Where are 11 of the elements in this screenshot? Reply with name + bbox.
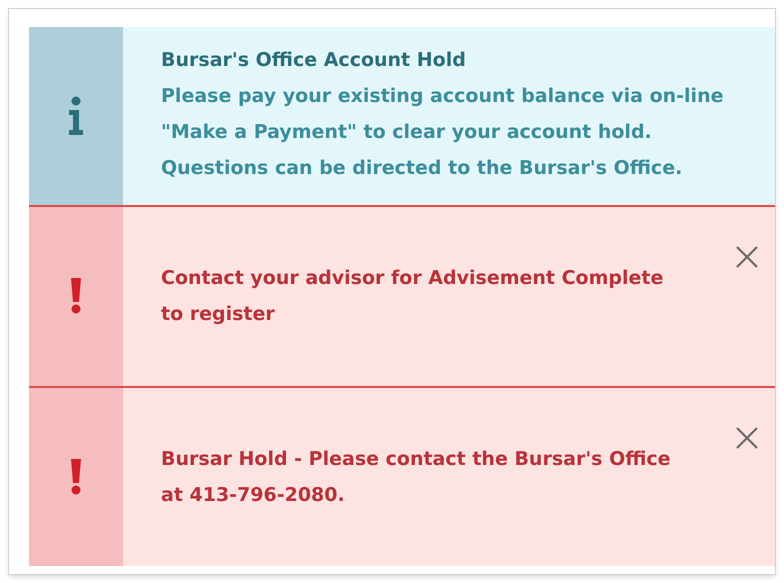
close-icon	[735, 245, 759, 270]
exclamation-icon	[70, 278, 82, 314]
exclamation-icon	[70, 458, 82, 495]
close-button[interactable]	[735, 426, 759, 450]
alert-message: Please pay your existing account balance via on-line "Make a Payment" to clear your account hold. Questions can be directed to the Bursar's Office.	[161, 84, 724, 182]
alert-title: Bursar's Office Account Hold	[161, 48, 467, 73]
alert-message: Bursar Hold - Please contact the Bursar's Office at 413-796-2080.	[161, 446, 672, 508]
info-icon	[67, 96, 85, 136]
close-button[interactable]	[735, 245, 759, 270]
alert-message: Contact your advisor for Advisement Complete to register	[161, 266, 664, 328]
close-icon	[735, 426, 759, 450]
